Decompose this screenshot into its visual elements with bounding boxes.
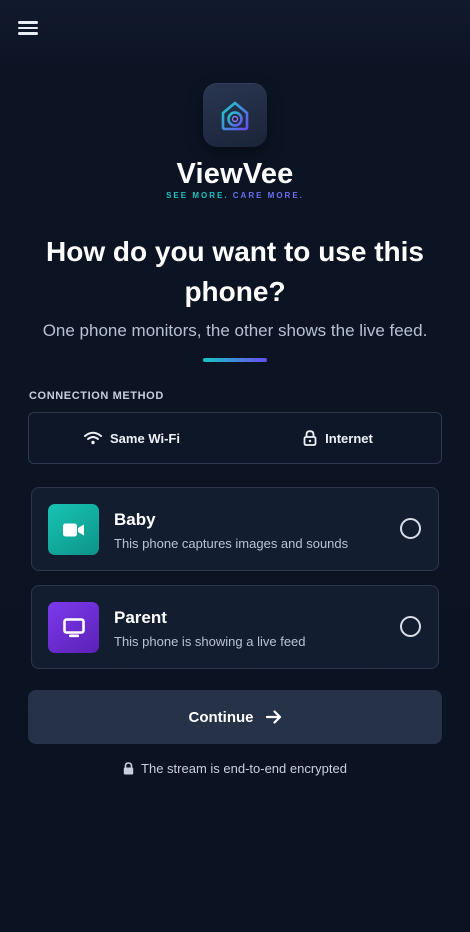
role-card-parent[interactable]: Parent This phone is showing a live feed xyxy=(31,585,439,669)
role-title: Parent xyxy=(114,608,167,627)
video-camera-icon xyxy=(48,504,99,555)
encryption-note: The stream is end-to-end encrypted xyxy=(0,761,470,776)
role-radio-parent[interactable] xyxy=(400,616,421,637)
role-card-baby[interactable]: Baby This phone captures images and soun… xyxy=(31,487,439,571)
role-radio-baby[interactable] xyxy=(400,518,421,539)
connection-method-label: CONNECTION METHOD xyxy=(29,390,164,402)
page-title: How do you want to use this phone? xyxy=(46,236,424,307)
wifi-icon xyxy=(84,431,103,445)
role-title: Baby xyxy=(114,510,156,529)
tagline-part-2: CARE MORE. xyxy=(232,191,304,200)
monitor-icon xyxy=(48,602,99,653)
lock-icon xyxy=(303,430,317,446)
app-logo xyxy=(203,83,267,155)
page-subtitle: One phone monitors, the other shows the … xyxy=(42,321,428,340)
continue-button[interactable]: Continue xyxy=(28,690,442,744)
accent-divider xyxy=(203,358,267,362)
connection-method-selector: Same Wi-Fi Internet xyxy=(28,412,442,464)
hamburger-menu-icon xyxy=(18,21,38,24)
connection-option-label: Internet xyxy=(325,430,373,446)
tagline-part-1: SEE MORE. xyxy=(166,191,229,200)
brand-name: ViewVee xyxy=(176,158,294,190)
continue-label: Continue xyxy=(188,708,254,726)
role-description: This phone captures images and sounds xyxy=(114,536,349,551)
menu-button[interactable] xyxy=(18,20,38,36)
home-camera-logo-icon xyxy=(203,83,267,147)
role-description: This phone is showing a live feed xyxy=(114,634,306,649)
lock-icon xyxy=(123,762,134,775)
connection-option-label: Same Wi-Fi xyxy=(110,430,180,446)
connection-option-wifi[interactable]: Same Wi-Fi xyxy=(29,413,235,463)
arrow-right-icon xyxy=(265,710,281,724)
brand-tagline: SEE MORE. CARE MORE. xyxy=(0,191,470,200)
connection-option-internet[interactable]: Internet xyxy=(235,413,441,463)
encryption-note-text: The stream is end-to-end encrypted xyxy=(141,761,347,776)
